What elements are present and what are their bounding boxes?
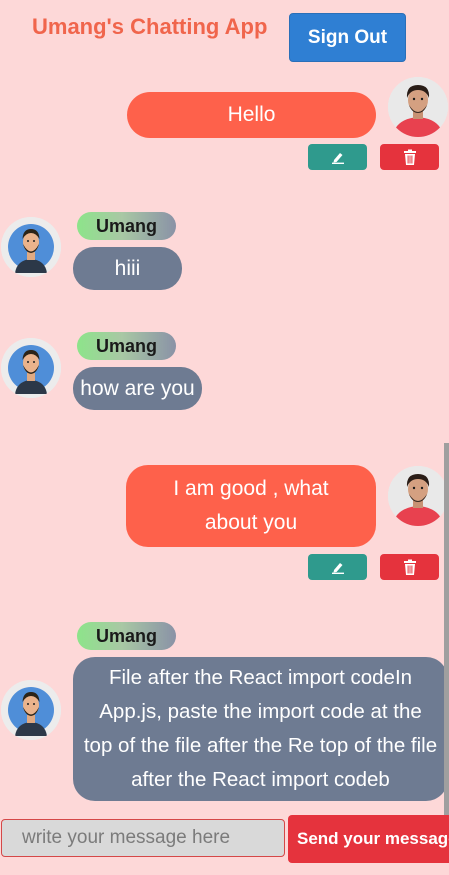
message-bubble-own: I am good , what about you bbox=[126, 465, 376, 547]
scrollbar[interactable] bbox=[444, 443, 449, 823]
send-message-button[interactable]: Send your message bbox=[288, 815, 449, 863]
edit-button[interactable] bbox=[308, 144, 367, 170]
user-avatar-umang bbox=[1, 338, 61, 398]
user-avatar-umang bbox=[1, 217, 61, 277]
message-bubble-other: how are you bbox=[73, 367, 202, 410]
user-avatar-self bbox=[388, 77, 448, 137]
sender-name-tag: Umang bbox=[77, 622, 176, 650]
message-bubble-other: File after the React import codeIn App.j… bbox=[73, 657, 448, 801]
delete-button[interactable] bbox=[380, 554, 439, 580]
user-avatar-umang bbox=[1, 680, 61, 740]
trash-icon bbox=[403, 559, 416, 575]
delete-button[interactable] bbox=[380, 144, 439, 170]
pencil-icon bbox=[331, 153, 344, 164]
user-avatar-self bbox=[388, 466, 448, 526]
pencil-icon bbox=[331, 563, 344, 574]
sender-name-tag: Umang bbox=[77, 332, 176, 360]
app-title: Umang's Chatting App bbox=[32, 14, 268, 39]
message-input[interactable]: write your message here bbox=[1, 819, 285, 857]
message-bubble-own: Hello bbox=[127, 92, 376, 138]
sender-name-tag: Umang bbox=[77, 212, 176, 240]
message-bubble-other: hiii bbox=[73, 247, 182, 290]
sign-out-button[interactable]: Sign Out bbox=[289, 13, 406, 62]
edit-button[interactable] bbox=[308, 554, 367, 580]
trash-icon bbox=[403, 149, 416, 165]
